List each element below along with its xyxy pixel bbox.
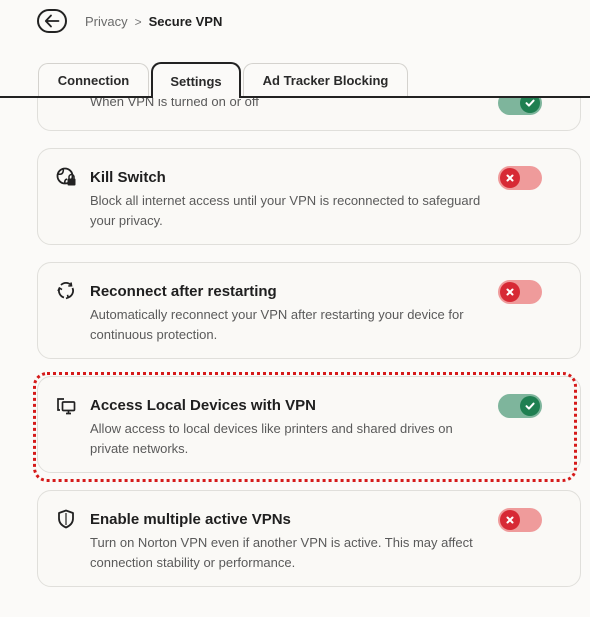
x-icon (500, 510, 520, 530)
x-icon (500, 168, 520, 188)
card-title: Enable multiple active VPNs (90, 511, 291, 528)
tab-settings[interactable]: Settings (151, 62, 241, 98)
shield-icon (55, 508, 77, 530)
breadcrumb-separator: > (134, 14, 142, 29)
globe-lock-icon (55, 166, 77, 188)
tab-ad-tracker-blocking[interactable]: Ad Tracker Blocking (243, 63, 408, 97)
card-description: Turn on Norton VPN even if another VPN i… (90, 535, 473, 570)
tab-divider (0, 96, 590, 98)
breadcrumb-current: Secure VPN (148, 14, 223, 29)
setting-card-kill-switch: Kill Switch Block all internet access un… (37, 148, 581, 245)
card-description: Block all internet access until your VPN… (90, 193, 481, 228)
card-title: Kill Switch (90, 169, 166, 186)
breadcrumb: Privacy > Secure VPN (85, 14, 222, 29)
tab-connection[interactable]: Connection (38, 63, 149, 97)
setting-card-reconnect: Reconnect after restarting Automatically… (37, 262, 581, 359)
multiple-vpns-toggle[interactable] (498, 508, 542, 532)
setting-card-multiple-vpns: Enable multiple active VPNs Turn on Nort… (37, 490, 581, 587)
back-button[interactable] (37, 9, 67, 33)
reconnect-toggle[interactable] (498, 280, 542, 304)
kill-switch-toggle[interactable] (498, 166, 542, 190)
highlight-annotation (33, 372, 577, 482)
header: Privacy > Secure VPN Connection Settings… (0, 0, 590, 98)
card-title: Reconnect after restarting (90, 283, 277, 300)
breadcrumb-privacy[interactable]: Privacy (85, 14, 128, 29)
x-icon (500, 282, 520, 302)
arrow-left-icon (44, 14, 60, 28)
card-description: Automatically reconnect your VPN after r… (90, 307, 464, 342)
reconnect-icon (55, 280, 77, 302)
